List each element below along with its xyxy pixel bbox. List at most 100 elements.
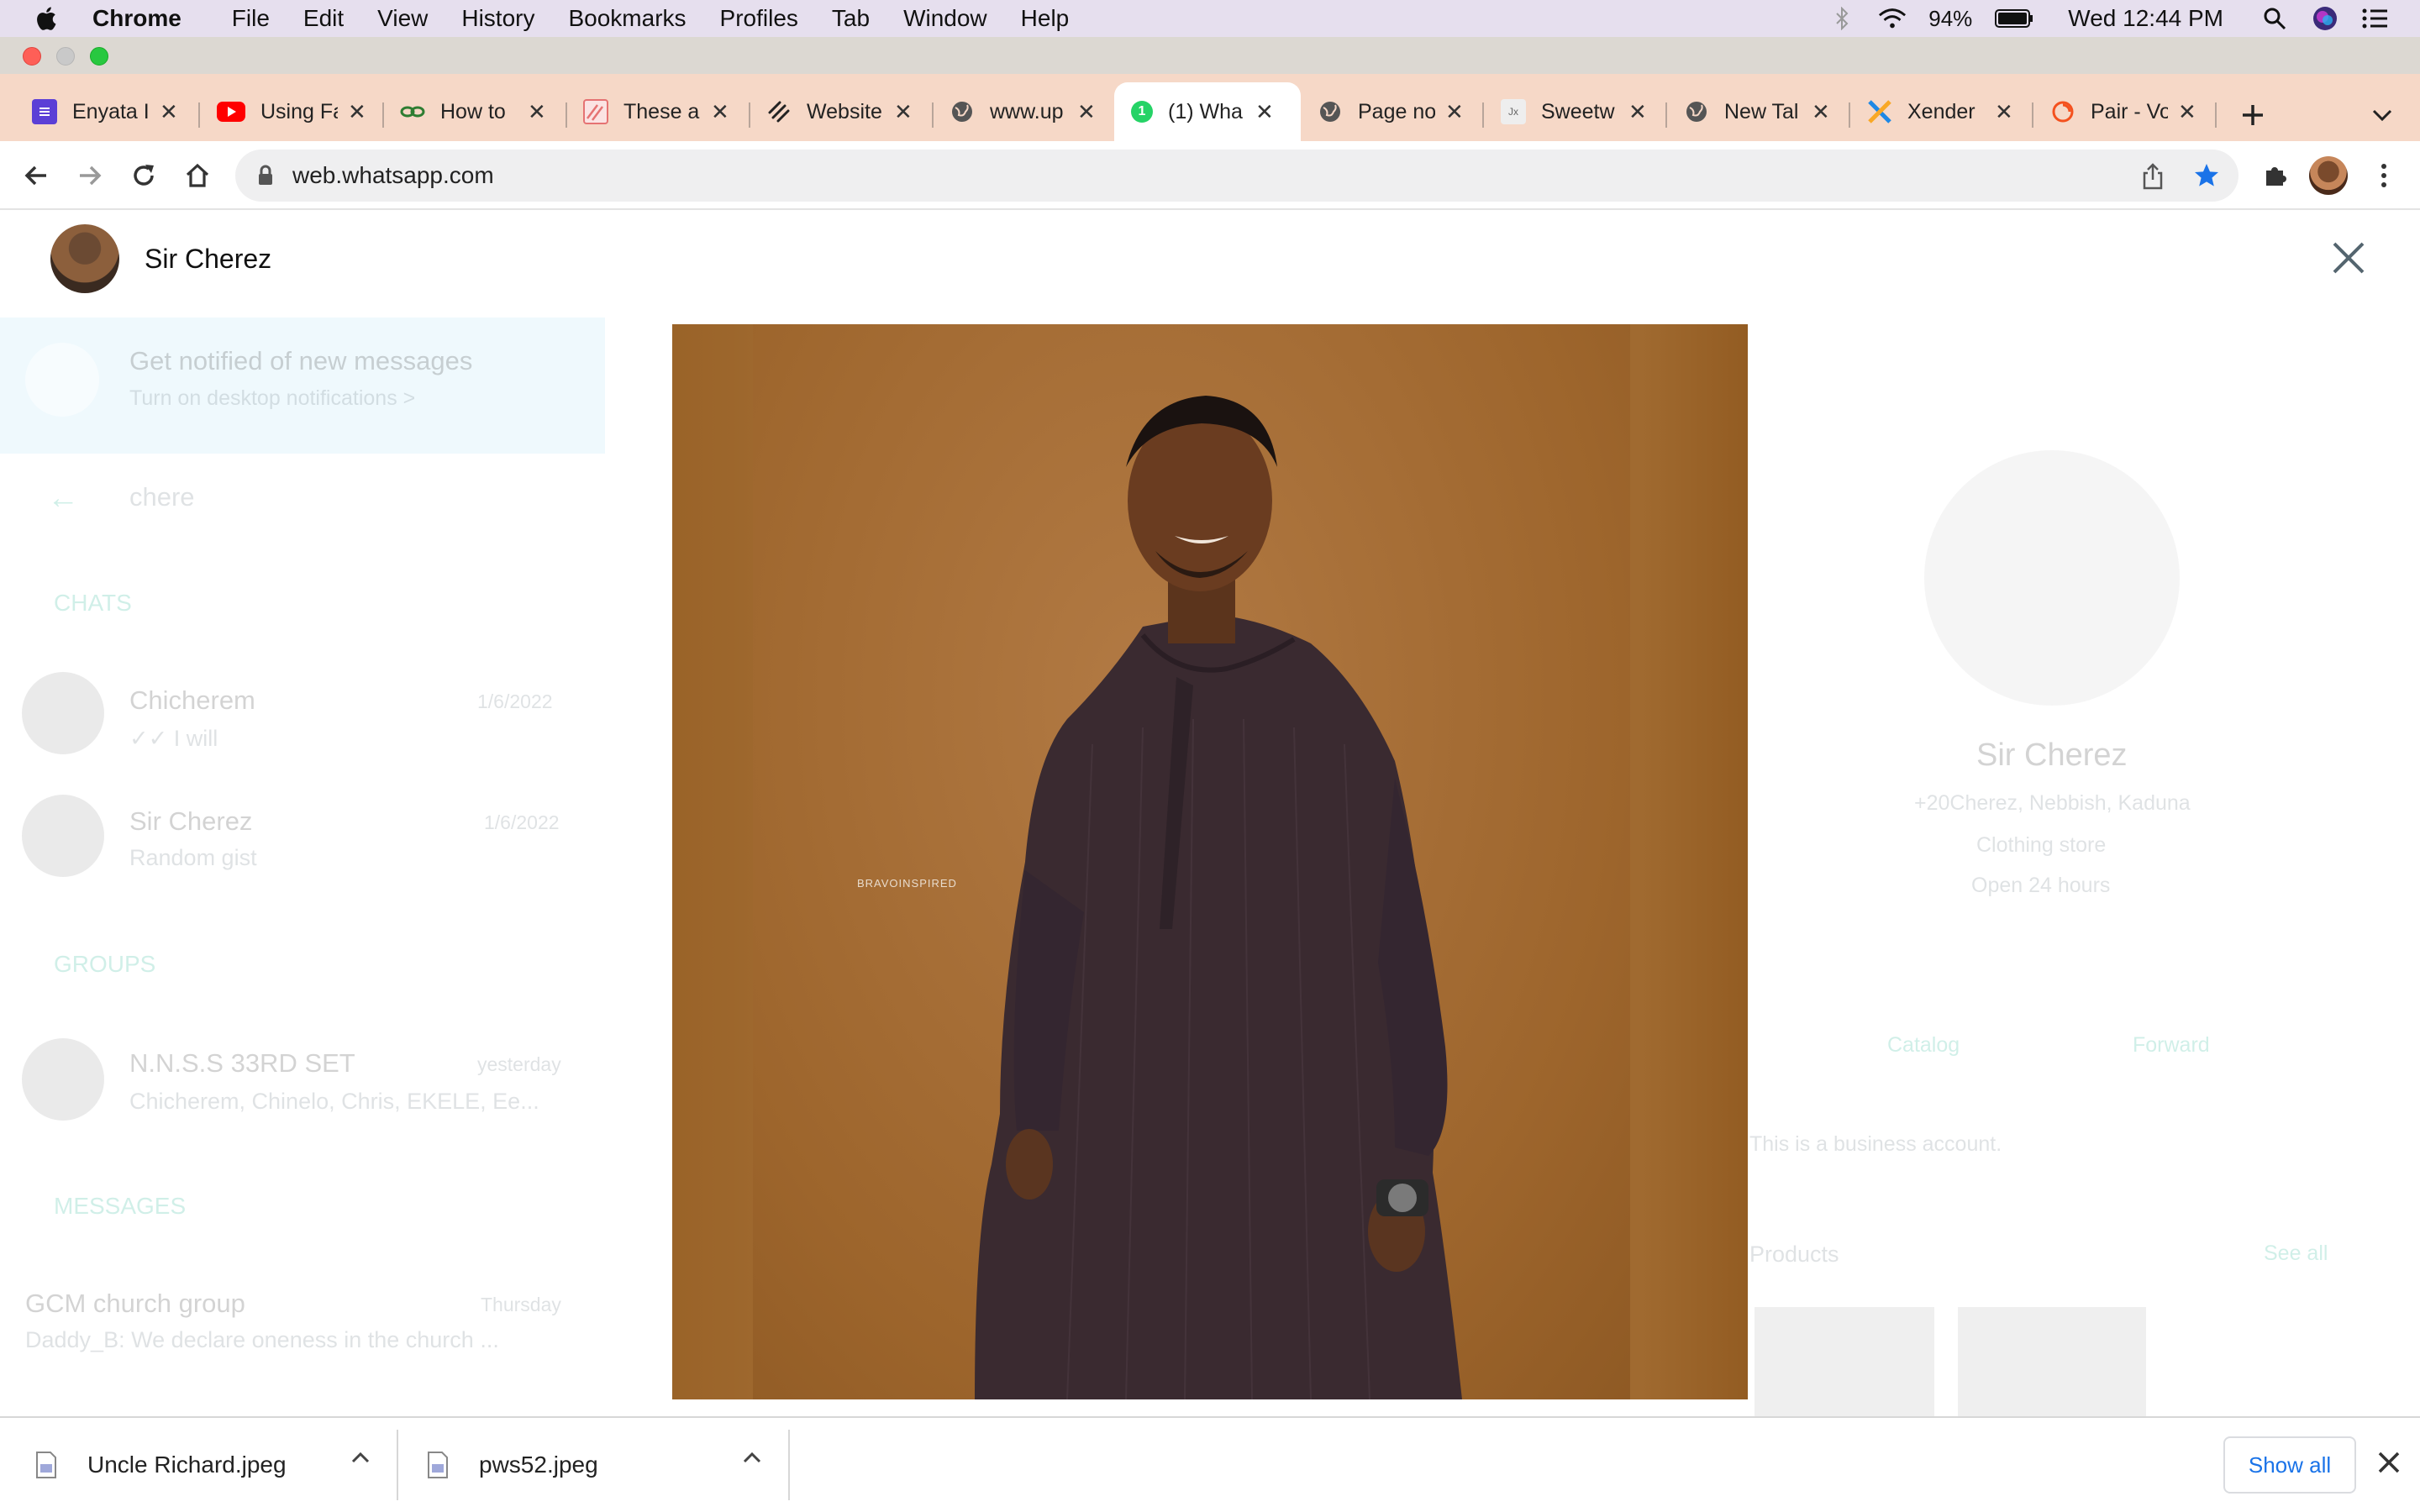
close-downloads-icon[interactable] (2375, 1448, 2403, 1477)
close-tab-icon[interactable]: ✕ (348, 99, 366, 125)
chevron-up-icon[interactable] (743, 1452, 761, 1463)
tab-new-tab[interactable]: New Tal ✕ (1684, 87, 1830, 136)
close-tab-icon[interactable]: ✕ (894, 99, 913, 125)
close-tab-icon[interactable]: ✕ (1812, 99, 1830, 125)
minimize-window-button[interactable] (56, 47, 75, 66)
download-item[interactable]: Uncle Richard.jpeg (35, 1418, 397, 1512)
download-file-name[interactable]: pws52.jpeg (479, 1452, 598, 1478)
menu-window[interactable]: Window (903, 5, 987, 32)
menu-edit[interactable]: Edit (303, 5, 344, 32)
see-all-label: See all (2264, 1242, 2328, 1265)
close-icon[interactable] (2329, 239, 2368, 277)
tab-website[interactable]: Website ✕ (766, 87, 913, 136)
tab-page-no[interactable]: Page no ✕ (1318, 87, 1464, 136)
battery-icon[interactable] (1994, 4, 2034, 33)
close-tab-icon[interactable]: ✕ (160, 99, 178, 125)
menu-app-chrome[interactable]: Chrome (92, 5, 182, 32)
apple-icon[interactable] (32, 3, 62, 34)
link-icon (400, 99, 425, 124)
tab-search-button[interactable] (2365, 97, 2400, 133)
chrome-menu-button[interactable] (2366, 158, 2402, 193)
siri-icon[interactable] (2311, 4, 2339, 33)
tab-these-a[interactable]: These a ✕ (583, 87, 729, 136)
downloads-bar: Uncle Richard.jpeg pws52.jpeg Show all (0, 1416, 2420, 1512)
forward-button[interactable] (72, 158, 108, 193)
chevron-down-icon (2372, 109, 2392, 122)
tab-pair[interactable]: Pair - Vo ✕ (2050, 87, 2196, 136)
clock[interactable]: Wed 12:44 PM (2068, 5, 2223, 32)
share-icon[interactable] (2141, 163, 2165, 190)
close-tab-icon[interactable]: ✕ (1445, 99, 1464, 125)
profile-location: +20Cherez, Nebbish, Kaduna (1914, 791, 2191, 815)
menu-view[interactable]: View (377, 5, 428, 32)
plus-icon (2243, 105, 2263, 125)
tab-enyata[interactable]: Enyata I ✕ (32, 87, 178, 136)
close-tab-icon[interactable]: ✕ (1628, 99, 1647, 125)
control-center-icon[interactable] (2361, 4, 2390, 33)
back-arrow-icon (24, 165, 46, 186)
tab-sweetw[interactable]: Jx Sweetw ✕ (1501, 87, 1647, 136)
bluetooth-icon[interactable] (1828, 4, 1856, 33)
menu-help[interactable]: Help (1021, 5, 1070, 32)
chevron-up-icon[interactable] (351, 1452, 370, 1463)
download-file-name[interactable]: Uncle Richard.jpeg (87, 1452, 287, 1478)
reload-button[interactable] (126, 158, 161, 193)
tab-label: Pair - Vo (2091, 99, 2168, 123)
tab-separator (198, 102, 200, 128)
extensions-button[interactable] (2257, 158, 2292, 193)
bookmark-star-icon[interactable] (2193, 162, 2220, 189)
forward-arrow-icon (80, 165, 102, 186)
menu-history[interactable]: History (461, 5, 534, 32)
close-tab-icon[interactable]: ✕ (528, 99, 546, 125)
tab-xender[interactable]: Xender ✕ (1867, 87, 2013, 136)
globe-icon (950, 99, 975, 124)
wifi-icon[interactable] (1878, 4, 1907, 33)
close-tab-icon[interactable]: ✕ (711, 99, 729, 125)
zoom-window-button[interactable] (90, 47, 108, 66)
catalog-label: Catalog (1887, 1033, 1960, 1057)
menu-bookmarks[interactable]: Bookmarks (568, 5, 686, 32)
menu-file[interactable]: File (232, 5, 270, 32)
chat-name: Chicherem (129, 685, 255, 715)
close-tab-icon[interactable]: ✕ (1255, 99, 1274, 125)
close-tab-icon[interactable]: ✕ (1077, 99, 1096, 125)
lock-icon[interactable] (257, 165, 274, 186)
menu-profiles[interactable]: Profiles (720, 5, 798, 32)
group-avatar (22, 1038, 104, 1121)
notify-title: Get notified of new messages (129, 346, 473, 375)
image-icon: Jx (1501, 99, 1526, 124)
tab-how-to[interactable]: How to ✕ (400, 87, 546, 136)
tab-using-fa[interactable]: Using Fa ✕ (217, 87, 366, 136)
download-item[interactable]: pws52.jpeg (427, 1418, 788, 1512)
squarespace-icon (766, 99, 792, 124)
new-tab-button[interactable] (2235, 97, 2270, 133)
chat-name: Sir Cherez (129, 806, 253, 836)
browser-toolbar: web.whatsapp.com (0, 141, 2420, 210)
group-name: N.N.S.S 33RD SET (129, 1048, 355, 1078)
profile-photo-image: BRAVOINSPIRED (672, 324, 1748, 1399)
message-preview: Daddy_B: We declare oneness in the churc… (25, 1327, 499, 1352)
message-date: Thursday (481, 1294, 561, 1315)
show-all-downloads-button[interactable]: Show all (2223, 1436, 2356, 1494)
tab-whatsapp-active[interactable]: 1 (1) Wha ✕ (1114, 82, 1301, 141)
url-text[interactable]: web.whatsapp.com (292, 162, 494, 189)
whatsapp-media-viewer: Get notified of new messages Turn on des… (0, 210, 2420, 1416)
spotlight-search-icon[interactable] (2260, 4, 2289, 33)
close-tab-icon[interactable]: ✕ (2178, 99, 2196, 125)
puzzle-icon (2266, 167, 2286, 186)
menu-tab[interactable]: Tab (832, 5, 870, 32)
image-file-icon (428, 1452, 448, 1478)
home-button[interactable] (180, 158, 215, 193)
tab-label: Website (807, 99, 882, 123)
contact-name[interactable]: Sir Cherez (145, 244, 271, 275)
profile-avatar-button[interactable] (2309, 156, 2348, 195)
back-button[interactable] (18, 158, 54, 193)
close-tab-icon[interactable]: ✕ (1995, 99, 2013, 125)
image-file-icon (36, 1452, 56, 1478)
tab-separator (2032, 102, 2033, 128)
close-window-button[interactable] (23, 47, 41, 66)
contact-avatar[interactable] (50, 224, 119, 293)
tab-www-up[interactable]: www.up ✕ (950, 87, 1096, 136)
globe-icon (1318, 99, 1343, 124)
address-bar[interactable]: web.whatsapp.com (235, 150, 2238, 202)
